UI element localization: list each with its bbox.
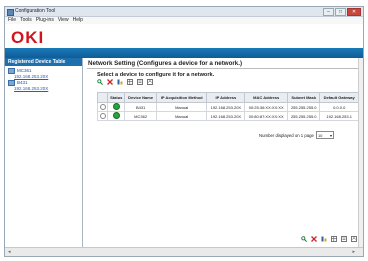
cell-subnet-mask: 255.255.255.0 [287,102,321,112]
page-title: Network Setting (Configures a device for… [88,60,243,67]
menu-tools[interactable]: Tools [20,17,32,24]
app-window: Configuration Tool – □ ✕ File Tools Plug… [4,6,364,257]
cell-subnet-mask: 255.255.255.0 [287,111,321,121]
main-panel: Network Setting (Configures a device for… [83,58,363,248]
chevron-down-icon: ▾ [329,132,332,138]
scroll-left-arrow-icon[interactable]: ◂ [8,249,11,255]
instruction-text: Select a device to configure it for a ne… [97,72,215,78]
status-online-icon [112,112,120,119]
close-button[interactable]: ✕ [347,8,361,16]
column-header-ip-address[interactable]: IP Address [206,92,246,103]
bottom-toolbar [301,236,357,242]
maximize-button[interactable]: □ [335,8,346,16]
brand-header: OKI [5,24,363,58]
column-header-mac-address[interactable]: MAC Address [244,92,289,103]
cell-mac-address: 00:25:36:XX:XX:XX [244,102,289,112]
table-row[interactable]: B431 Manual 192.168.253.20X 00:25:36:XX:… [96,102,359,112]
cell-device-name: B431 [124,102,157,112]
search-icon[interactable] [97,79,103,85]
table-icon[interactable] [331,236,337,242]
column-header-select [96,92,109,103]
cell-default-gateway: 192.168.253.1 [319,111,359,121]
scroll-right-arrow-icon[interactable]: ▸ [352,249,355,255]
device-table: Status Device Name IP Acquisition Method… [96,92,359,121]
per-page-value: 10 [317,132,323,138]
per-page-select[interactable]: 10 ▾ [315,131,334,139]
search-icon[interactable] [301,236,307,242]
window-title: Configuration Tool [15,8,56,14]
vertical-scrollbar[interactable] [358,58,363,248]
per-page-label: Number displayed on 1 page [259,132,314,138]
cell-ip-method: Manual [155,102,208,112]
tree-device-address[interactable]: 192.168.253.20X [8,86,79,92]
row-select-radio[interactable] [99,112,106,119]
column-header-status[interactable]: Status [107,92,126,103]
export-icon[interactable] [351,236,357,242]
menu-view[interactable]: View [58,17,69,24]
column-header-default-gateway[interactable]: Default Gateway [319,92,359,103]
device-sidebar: Registered Device Table MC361 192.168.25… [5,58,83,248]
minimize-button[interactable]: – [323,8,334,16]
delete-icon[interactable] [311,236,317,242]
cell-device-name: MC362 [124,111,157,121]
menu-bar: File Tools Plug-ins View Help [5,17,363,24]
oki-logo: OKI [11,28,45,47]
device-tree: MC361 192.168.253.20X B431 192.168.253.2… [5,66,82,94]
column-header-device-name[interactable]: Device Name [124,92,157,103]
status-online-icon [112,103,120,110]
list-icon[interactable] [341,236,347,242]
table-icon[interactable] [127,79,133,85]
sidebar-heading: Registered Device Table [5,58,82,66]
status-bar: ◂ ▸ [5,247,363,256]
cell-default-gateway: 0.0.0.0 [319,102,359,112]
column-header-subnet-mask[interactable]: Subnet Mask [287,92,321,103]
export-icon[interactable] [147,79,153,85]
cell-ip-address: 192.168.253.20X [206,102,246,112]
delete-icon[interactable] [107,79,113,85]
settings-icon[interactable] [321,236,327,242]
settings-icon[interactable] [117,79,123,85]
column-header-ip-method[interactable]: IP Acquisition Method [155,92,208,103]
cell-ip-method: Manual [155,111,208,121]
title-bar: Configuration Tool – □ ✕ [5,7,363,17]
top-toolbar [97,79,153,85]
list-icon[interactable] [137,79,143,85]
menu-plugins[interactable]: Plug-ins [36,17,54,24]
per-page-control: Number displayed on 1 page 10 ▾ [259,131,334,139]
cell-mac-address: 00:80:87:XX:XX:XX [244,111,289,121]
app-icon [7,9,14,16]
row-select-radio[interactable] [99,103,106,110]
menu-help[interactable]: Help [73,17,83,24]
title-divider [87,68,359,69]
cell-ip-address: 192.168.253.20X [206,111,246,121]
menu-file[interactable]: File [8,17,16,24]
window-controls: – □ ✕ [323,8,361,16]
brand-stripe [5,48,363,58]
table-row[interactable]: MC362 Manual 192.168.253.20X 00:80:87:XX… [96,111,359,121]
